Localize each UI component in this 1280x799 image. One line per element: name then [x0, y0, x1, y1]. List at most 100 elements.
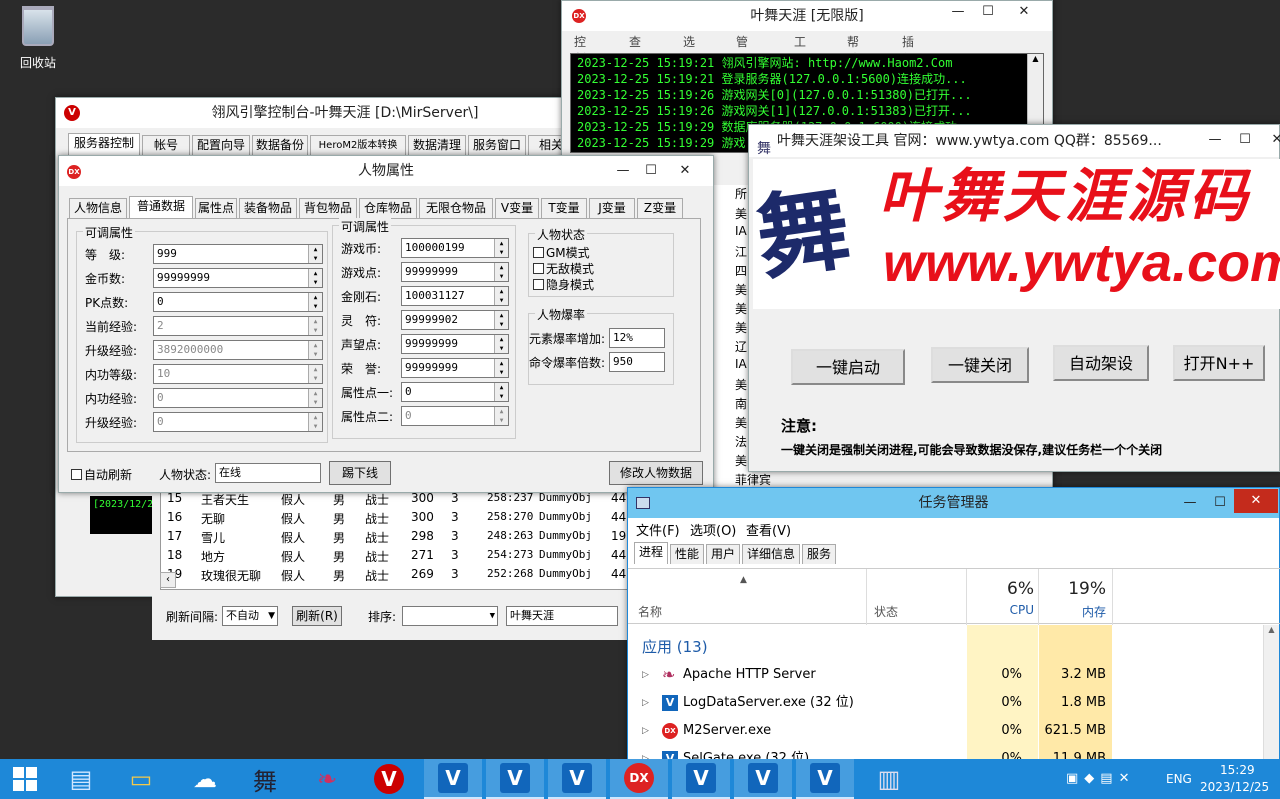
side-row[interactable]: 南 [735, 395, 747, 412]
drop-rate-input[interactable]: 12% [609, 328, 665, 348]
start-button[interactable] [0, 759, 50, 799]
spin-arrows-icon[interactable]: ▲ ▼ [308, 365, 322, 383]
field-input[interactable]: 0 ▲ ▼ [401, 382, 509, 402]
close-button[interactable]: ✕ [1234, 489, 1278, 513]
spin-arrows-icon[interactable]: ▲ ▼ [494, 239, 508, 257]
open-npp-button[interactable]: 打开N++ [1173, 345, 1265, 381]
props-tab[interactable]: 装备物品 [239, 198, 297, 218]
props-tab[interactable]: J变量 [589, 198, 635, 218]
table-row[interactable]: 18 地方 假人 男 战士 271 3 254:273 DummyObj 44 [161, 546, 629, 565]
spin-arrows-icon[interactable]: ▲ ▼ [308, 389, 322, 407]
menu-options[interactable]: 选项(O) [690, 520, 736, 539]
spin-arrows-icon[interactable]: ▲ ▼ [494, 359, 508, 377]
field-input[interactable]: 0 ▲ ▼ [153, 292, 323, 312]
props-tab[interactable]: 普通数据 [129, 196, 193, 218]
side-row[interactable]: 四 [735, 262, 747, 279]
props-tab[interactable]: 背包物品 [299, 198, 357, 218]
sort-select[interactable]: ▼ [402, 606, 498, 626]
tab-data-clean[interactable]: 数据清理 [408, 135, 466, 155]
refresh-interval-select[interactable]: 不自动 ▼ [222, 606, 278, 626]
taskbar-app-button[interactable]: V [360, 759, 418, 799]
auto-refresh-checkbox[interactable]: 自动刷新 [71, 466, 132, 483]
tm-scrollbar[interactable]: ▲ [1263, 625, 1279, 763]
spin-arrows-icon[interactable]: ▲ ▼ [308, 317, 322, 335]
player-search-input[interactable]: 叶舞天涯 [506, 606, 618, 626]
taskbar-app-button[interactable]: V [486, 759, 544, 799]
modify-player-button[interactable]: 修改人物数据 [609, 461, 703, 485]
side-row[interactable]: 美 [735, 205, 747, 222]
close-button[interactable]: ✕ [671, 160, 699, 182]
recycle-bin[interactable]: 回收站 [12, 6, 64, 78]
maximize-button[interactable]: ☐ [974, 1, 1002, 23]
side-row[interactable]: 江 [735, 243, 747, 260]
spin-arrows-icon[interactable]: ▲ ▼ [308, 245, 322, 263]
taskbar-app-button[interactable]: ❧ [298, 759, 356, 799]
field-input[interactable]: 999 ▲ ▼ [153, 244, 323, 264]
auto-setup-button[interactable]: 自动架设 [1053, 345, 1149, 381]
col-memory[interactable]: 内存 [1082, 603, 1106, 620]
tab-service-window[interactable]: 服务窗口 [468, 135, 526, 155]
col-status[interactable]: 状态 [874, 603, 898, 620]
close-button[interactable]: ✕ [1263, 129, 1280, 151]
invincible-checkbox[interactable]: 无敌模式 [533, 260, 594, 277]
field-input[interactable]: 99999999 ▲ ▼ [401, 358, 509, 378]
table-row[interactable]: 17 雪儿 假人 男 战士 298 3 248:263 DummyObj 19 [161, 527, 629, 546]
taskbar-app-button[interactable]: 舞 [236, 759, 294, 799]
taskbar-app-button[interactable]: ☁ [176, 759, 234, 799]
taskbar-app-button[interactable]: ▥ [860, 759, 918, 799]
taskbar-app-button[interactable]: V [672, 759, 730, 799]
spin-arrows-icon[interactable]: ▲ ▼ [308, 269, 322, 287]
minimize-button[interactable]: — [609, 160, 637, 182]
minimize-button[interactable]: — [944, 1, 972, 23]
taskbar-app-button[interactable]: V [548, 759, 606, 799]
props-tab[interactable]: 属性点 [195, 198, 237, 218]
side-row[interactable]: 美 [735, 376, 747, 393]
props-tab[interactable]: 无限仓物品 [419, 198, 493, 218]
props-tab[interactable]: 人物信息 [69, 198, 127, 218]
side-row[interactable]: 辽 [735, 338, 747, 355]
side-row[interactable]: IA [735, 357, 747, 371]
maximize-button[interactable]: ☐ [637, 160, 665, 182]
process-row[interactable]: ▷ V LogDataServer.exe (32 位) 0% 1.8 MB [628, 689, 1262, 717]
one-click-close-button[interactable]: 一键关闭 [931, 347, 1029, 383]
spin-arrows-icon[interactable]: ▲ ▼ [308, 293, 322, 311]
maximize-button[interactable]: ☐ [1206, 492, 1234, 514]
tray-icons[interactable]: ▣◆▤✕ [1066, 771, 1136, 786]
maximize-button[interactable]: ☐ [1231, 129, 1259, 151]
spin-arrows-icon[interactable]: ▲ ▼ [308, 413, 322, 431]
kick-button[interactable]: 踢下线 [329, 461, 391, 485]
tab-backup[interactable]: 数据备份 [252, 135, 308, 155]
taskbar-app-button[interactable]: V [734, 759, 792, 799]
clock-time[interactable]: 15:29 [1220, 763, 1255, 777]
props-tab[interactable]: T变量 [541, 198, 587, 218]
process-row[interactable]: ▷ DX M2Server.exe 0% 621.5 MB [628, 717, 1262, 745]
taskbar-app-button[interactable]: ▤ [52, 759, 110, 799]
spin-arrows-icon[interactable]: ▲ ▼ [494, 311, 508, 329]
expand-arrow-icon[interactable]: ▷ [642, 689, 649, 717]
language-indicator[interactable]: ENG [1166, 772, 1192, 786]
side-row[interactable]: 美 [735, 300, 747, 317]
minimize-button[interactable]: — [1176, 492, 1204, 514]
clock-date[interactable]: 2023/12/25 [1200, 780, 1269, 794]
field-input[interactable]: 99999999 ▲ ▼ [401, 334, 509, 354]
tm-tab[interactable]: 性能 [670, 544, 704, 564]
close-button[interactable]: ✕ [1010, 1, 1038, 23]
tm-tab[interactable]: 服务 [802, 544, 836, 564]
side-row[interactable]: IA [735, 224, 747, 238]
table-row[interactable]: 16 无聊 假人 男 战士 300 3 258:270 DummyObj 44 [161, 508, 629, 527]
field-input[interactable]: 100031127 ▲ ▼ [401, 286, 509, 306]
process-row[interactable]: ▷ ❧ Apache HTTP Server 0% 3.2 MB [628, 661, 1262, 689]
spin-arrows-icon[interactable]: ▲ ▼ [494, 335, 508, 353]
taskbar-app-button[interactable]: ▭ [112, 759, 170, 799]
tm-tab[interactable]: 进程 [634, 542, 668, 564]
table-hscroll-left[interactable]: ‹ [160, 572, 176, 588]
tm-tab[interactable]: 详细信息 [742, 544, 800, 564]
tab-server-control[interactable]: 服务器控制 [68, 133, 140, 155]
drop-multiplier-input[interactable]: 950 [609, 352, 665, 372]
field-input[interactable]: 99999999 ▲ ▼ [401, 262, 509, 282]
side-row[interactable]: 法 [735, 433, 747, 450]
side-row[interactable]: 美 [735, 281, 747, 298]
side-row[interactable]: 美 [735, 414, 747, 431]
spin-arrows-icon[interactable]: ▲ ▼ [494, 383, 508, 401]
spin-arrows-icon[interactable]: ▲ ▼ [308, 341, 322, 359]
